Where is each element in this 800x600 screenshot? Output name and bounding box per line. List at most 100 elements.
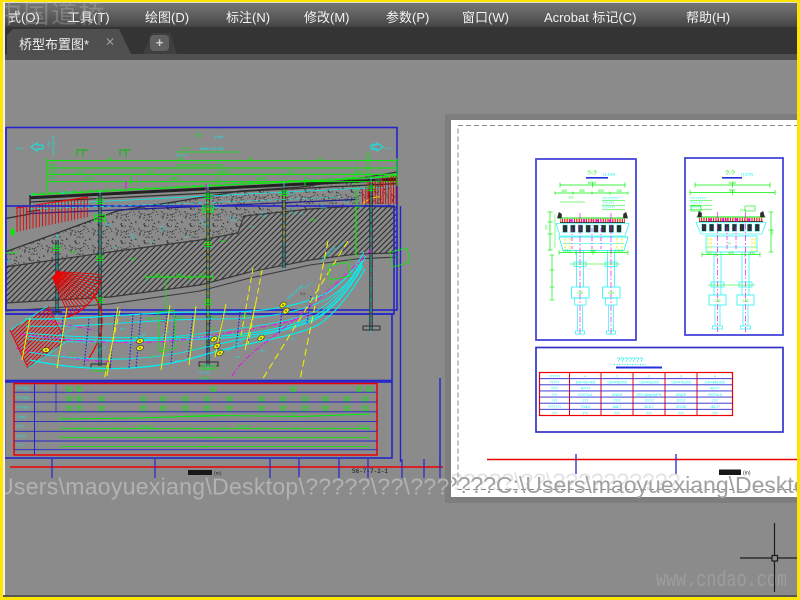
svg-text:3.4: 3.4 [300, 292, 305, 296]
svg-text:??: ?? [260, 211, 264, 215]
svg-text:77x6.0: 77x6.0 [580, 405, 590, 409]
svg-text:888: 888 [76, 388, 83, 393]
svg-text:??: ?? [230, 215, 234, 219]
svg-text:???: ??? [290, 337, 295, 341]
svg-text:170.2: 170.2 [563, 249, 571, 253]
svg-text:??-???: ??-??? [303, 281, 313, 291]
svg-text:??: ?? [200, 219, 204, 223]
svg-text:88: 88 [108, 157, 112, 161]
svg-text:5266: 5266 [169, 176, 179, 181]
svg-text:888: 888 [290, 388, 297, 393]
svg-text:???: ??? [210, 327, 216, 331]
svg-text:88: 88 [318, 157, 322, 161]
svg-text:C30: C30 [743, 299, 749, 303]
svg-text:??: ?? [6, 247, 10, 251]
svg-text:????-??: ????-?? [690, 201, 702, 205]
svg-text:30.8.7: 30.8.7 [644, 405, 654, 409]
svg-text:888: 888 [280, 407, 287, 412]
svg-text:???: ??? [552, 393, 558, 397]
svg-text:???????: ??????? [617, 357, 644, 364]
svg-text:550: 550 [49, 175, 56, 180]
svg-text:????: ???? [288, 193, 295, 197]
svg-text:888: 888 [210, 388, 217, 393]
svg-text:8?8: 8?8 [357, 170, 363, 174]
svg-text:40777: 40777 [710, 387, 720, 391]
svg-text:8000: 8000 [588, 181, 596, 185]
svg-text:??=??????: ??=?????? [602, 197, 619, 201]
svg-text:?????\??\??????????: ?????\??\?????????? [450, 469, 680, 495]
svg-text:888: 888 [98, 407, 105, 412]
svg-text:100+437,000: 100+437,000 [575, 381, 595, 385]
svg-text:888: 888 [302, 397, 309, 402]
svg-text:Users\maoyuexiang\Desktop\????: Users\maoyuexiang\Desktop\?????\??\?????… [3, 474, 502, 500]
svg-text:888: 888 [356, 388, 363, 393]
svg-text:???: ??? [552, 411, 558, 415]
svg-text:???: ??? [175, 359, 180, 363]
svg-text:??: ?? [366, 157, 370, 161]
svg-text:??: ?? [185, 235, 189, 239]
svg-text:????: ???? [551, 387, 559, 391]
svg-text:777: 777 [646, 411, 652, 415]
svg-text:07p07f: 07p07f [612, 393, 622, 397]
svg-text:C=50: C=50 [358, 425, 367, 429]
svg-text:?-2.2% / L=150.000: ?-2.2% / L=150.000 [185, 414, 215, 418]
svg-text:www.cndao.com: www.cndao.com [656, 568, 787, 593]
svg-text:???: ??? [545, 224, 549, 230]
svg-text:150: 150 [616, 189, 622, 193]
svg-text:7777: 7777 [613, 399, 621, 403]
svg-text:???+?: ???+? [550, 381, 560, 385]
svg-text:888: 888 [76, 397, 83, 402]
svg-text:(1:200): (1:200) [741, 173, 754, 177]
svg-text:77777: 77777 [644, 399, 654, 403]
svg-text:????/??: ????/?? [549, 375, 561, 379]
svg-text:4788: 4788 [221, 169, 231, 174]
svg-text:???: ??? [201, 446, 207, 450]
svg-text:??: ?? [160, 225, 164, 229]
svg-text:???: ??? [771, 229, 775, 235]
svg-text:1850: 1850 [153, 273, 161, 277]
svg-text:??? ??: ??? ?? [189, 345, 200, 353]
svg-text:2.5%: 2.5% [290, 412, 298, 416]
svg-text:???: ??? [95, 323, 100, 327]
svg-text:???: ??? [348, 256, 355, 263]
svg-text:??: ?? [250, 225, 254, 229]
svg-text:950: 950 [176, 273, 182, 277]
svg-text:????: ???? [16, 425, 24, 429]
svg-text:170.8: 170.8 [615, 249, 623, 253]
svg-text:???: ??? [260, 349, 265, 353]
svg-text:8?8: 8?8 [77, 170, 83, 174]
svg-text:???: ??? [298, 312, 305, 319]
svg-text:2712: 2712 [84, 176, 94, 181]
svg-text:|—|(m): |—|(m) [199, 376, 210, 380]
svg-text:???: ??? [120, 327, 125, 331]
svg-text:1350: 1350 [146, 317, 154, 321]
svg-text:777: 777 [678, 411, 684, 415]
svg-text:???: ??? [6, 259, 11, 263]
svg-text:100+450,000: 100+450,000 [607, 381, 627, 385]
svg-text:??=???: ??=??? [690, 206, 701, 210]
svg-text:????: ???? [212, 206, 219, 210]
svg-text:888: 888 [66, 397, 73, 402]
svg-text:D0K0+458,125: D0K0+458,125 [226, 336, 245, 352]
svg-text:? ? ?: ? ? ? [16, 444, 24, 448]
svg-text:888: 888 [182, 397, 189, 402]
svg-text:377.66: 377.66 [676, 405, 686, 409]
svg-text:888: 888 [362, 407, 369, 412]
svg-text:777: 777 [614, 411, 620, 415]
svg-text:0P2-40mp7pP7f: 0P2-40mp7pP7f [637, 393, 662, 397]
svg-text:1x50: 1x50 [728, 181, 736, 185]
svg-text:888: 888 [322, 407, 329, 412]
svg-text:R=6000: R=6000 [138, 425, 151, 429]
svg-text:8?8: 8?8 [287, 170, 293, 174]
svg-text:100+463,000: 100+463,000 [639, 381, 659, 385]
svg-text:888: 888 [258, 397, 265, 402]
svg-text:C30: C30 [715, 299, 721, 303]
svg-text:C30: C30 [608, 291, 614, 295]
svg-text:500: 500 [598, 189, 604, 193]
svg-text:??: ?? [115, 246, 119, 250]
svg-text:07p07f: 07p07f [676, 393, 686, 397]
svg-text:888: 888 [344, 407, 351, 412]
svg-text:888: 888 [160, 397, 167, 402]
svg-text:1350: 1350 [176, 316, 184, 320]
svg-text:4: 4 [584, 375, 586, 379]
